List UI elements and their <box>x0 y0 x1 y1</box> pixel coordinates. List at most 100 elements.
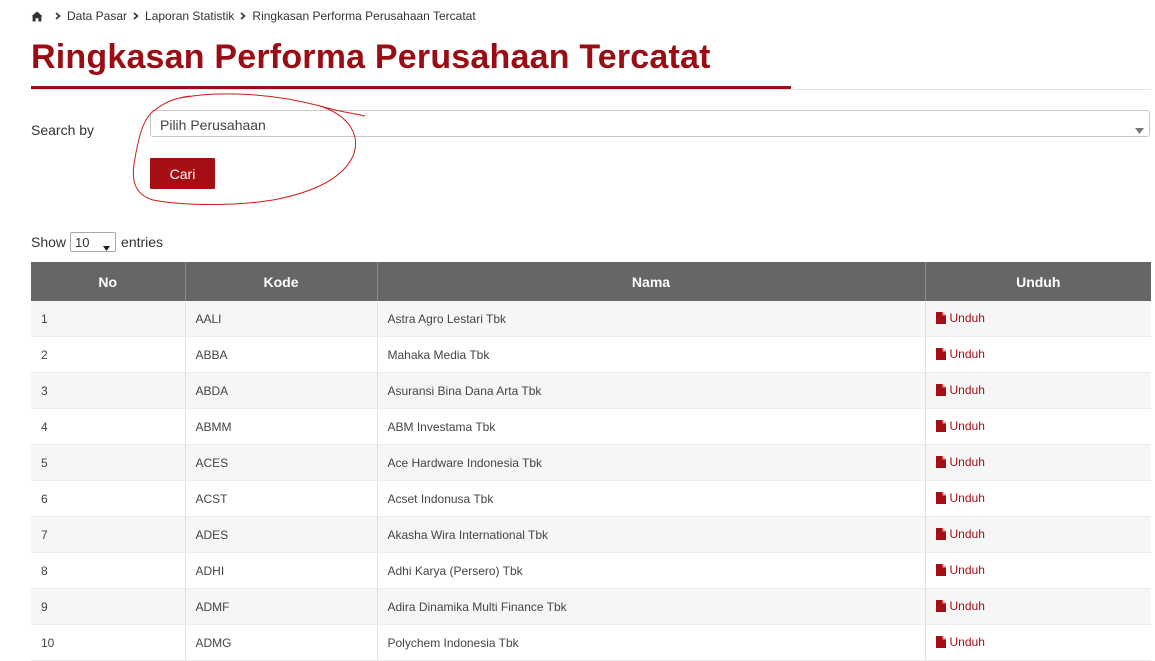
title-underline <box>31 86 791 89</box>
table-row: 8 ADHI Adhi Karya (Persero) Tbk Unduh <box>31 552 1151 589</box>
cell-nama: Mahaka Media Tbk <box>377 336 926 373</box>
breadcrumb-current: Ringkasan Performa Perusahaan Tercatat <box>252 9 476 23</box>
company-select[interactable]: Pilih Perusahaan <box>150 110 1150 137</box>
entries-length-control: Show 10 entries <box>31 231 163 253</box>
show-label: Show <box>31 234 67 250</box>
pdf-file-icon <box>935 563 946 576</box>
cell-unduh: Unduh <box>925 444 1151 481</box>
unduh-label: Unduh <box>949 310 985 325</box>
table-row: 7 ADES Akasha Wira International Tbk Unduh <box>31 516 1151 553</box>
cell-unduh: Unduh <box>925 372 1151 409</box>
cell-kode: ABMM <box>185 408 378 445</box>
caret-down-icon <box>103 239 111 251</box>
cell-no: 1 <box>31 301 186 337</box>
table-row: 5 ACES Ace Hardware Indonesia Tbk Unduh <box>31 444 1151 481</box>
cell-kode: ACST <box>185 480 378 517</box>
unduh-label: Unduh <box>949 454 985 469</box>
search-button[interactable]: Cari <box>150 158 215 189</box>
cell-nama: Adhi Karya (Persero) Tbk <box>377 552 926 589</box>
breadcrumb-data-pasar[interactable]: Data Pasar <box>67 9 127 23</box>
unduh-link[interactable]: Unduh <box>935 490 985 505</box>
title-divider <box>31 89 1151 90</box>
breadcrumb-laporan-statistik[interactable]: Laporan Statistik <box>145 9 234 23</box>
cell-kode: ADMF <box>185 588 378 625</box>
chevron-right-icon <box>55 12 61 20</box>
cell-unduh: Unduh <box>925 624 1151 661</box>
cell-unduh: Unduh <box>925 552 1151 589</box>
table-row: 4 ABMM ABM Investama Tbk Unduh <box>31 408 1151 445</box>
unduh-label: Unduh <box>949 382 985 397</box>
cell-nama: Adira Dinamika Multi Finance Tbk <box>377 588 926 625</box>
cell-no: 8 <box>31 552 186 589</box>
unduh-label: Unduh <box>949 490 985 505</box>
column-header-unduh[interactable]: Unduh <box>925 262 1151 301</box>
entries-label: entries <box>121 234 164 250</box>
unduh-link[interactable]: Unduh <box>935 418 985 433</box>
cell-nama: ABM Investama Tbk <box>377 408 926 445</box>
unduh-link[interactable]: Unduh <box>935 382 985 397</box>
cell-no: 2 <box>31 336 186 373</box>
chevron-right-icon <box>240 12 247 20</box>
cell-no: 4 <box>31 408 186 445</box>
cell-kode: ADMG <box>185 624 378 661</box>
pdf-file-icon <box>935 347 946 360</box>
unduh-link[interactable]: Unduh <box>935 346 985 361</box>
unduh-label: Unduh <box>949 562 985 577</box>
pdf-file-icon <box>935 419 946 432</box>
cell-nama: Acset Indonusa Tbk <box>377 480 926 517</box>
table-row: 1 AALI Astra Agro Lestari Tbk Unduh <box>31 301 1151 337</box>
cell-no: 3 <box>31 372 186 409</box>
unduh-label: Unduh <box>949 526 985 541</box>
cell-unduh: Unduh <box>925 408 1151 445</box>
column-header-nama[interactable]: Nama <box>377 262 926 301</box>
unduh-link[interactable]: Unduh <box>935 454 985 469</box>
unduh-link[interactable]: Unduh <box>935 598 985 613</box>
pdf-file-icon <box>935 383 946 396</box>
breadcrumb: Data Pasar Laporan Statistik Ringkasan P… <box>31 8 476 24</box>
cell-nama: Akasha Wira International Tbk <box>377 516 926 553</box>
table-row: 6 ACST Acset Indonusa Tbk Unduh <box>31 480 1151 517</box>
pdf-file-icon <box>935 491 946 504</box>
pdf-file-icon <box>935 455 946 468</box>
entries-select-value: 10 <box>75 235 90 250</box>
table-row: 9 ADMF Adira Dinamika Multi Finance Tbk Und… <box>31 588 1151 625</box>
search-by-label: Search by <box>31 122 95 138</box>
column-header-kode[interactable]: Kode <box>185 262 378 301</box>
unduh-label: Unduh <box>949 346 985 361</box>
table-body: 1 AALI Astra Agro Lestari Tbk Unduh 2 ABBA Mah… <box>31 301 1151 661</box>
cell-kode: ABDA <box>185 372 378 409</box>
cell-no: 9 <box>31 588 186 625</box>
unduh-link[interactable]: Unduh <box>935 310 985 325</box>
entries-select[interactable]: 10 <box>70 232 117 252</box>
cell-nama: Asuransi Bina Dana Arta Tbk <box>377 372 926 409</box>
cell-unduh: Unduh <box>925 516 1151 553</box>
cell-kode: ADHI <box>185 552 378 589</box>
cell-kode: ADES <box>185 516 378 553</box>
red-circle-annotation <box>132 93 366 205</box>
unduh-link[interactable]: Unduh <box>935 562 985 577</box>
cell-unduh: Unduh <box>925 480 1151 517</box>
cell-no: 5 <box>31 444 186 481</box>
home-icon[interactable] <box>31 11 43 22</box>
cell-nama: Astra Agro Lestari Tbk <box>377 301 926 337</box>
cell-no: 7 <box>31 516 186 553</box>
chevron-right-icon <box>133 12 139 20</box>
unduh-label: Unduh <box>949 418 985 433</box>
table-row: 3 ABDA Asuransi Bina Dana Arta Tbk Unduh <box>31 372 1151 409</box>
pdf-file-icon <box>935 527 946 540</box>
cell-unduh: Unduh <box>925 301 1151 337</box>
page-title: Ringkasan Performa Perusahaan Tercatat <box>31 38 711 76</box>
unduh-label: Unduh <box>949 598 985 613</box>
column-header-no[interactable]: No <box>31 262 186 301</box>
pdf-file-icon <box>935 635 946 648</box>
company-select-placeholder: Pilih Perusahaan <box>160 117 266 133</box>
caret-down-icon <box>1135 121 1144 134</box>
table-row: 10 ADMG Polychem Indonesia Tbk Unduh <box>31 624 1151 661</box>
companies-table: No Kode Nama Unduh 1 AALI Astra Agro Lesta… <box>31 262 1151 661</box>
cell-kode: AALI <box>185 301 378 337</box>
cell-kode: ACES <box>185 444 378 481</box>
unduh-link[interactable]: Unduh <box>935 526 985 541</box>
table-row: 2 ABBA Mahaka Media Tbk Unduh <box>31 336 1151 373</box>
pdf-file-icon <box>935 311 946 324</box>
cell-unduh: Unduh <box>925 336 1151 373</box>
